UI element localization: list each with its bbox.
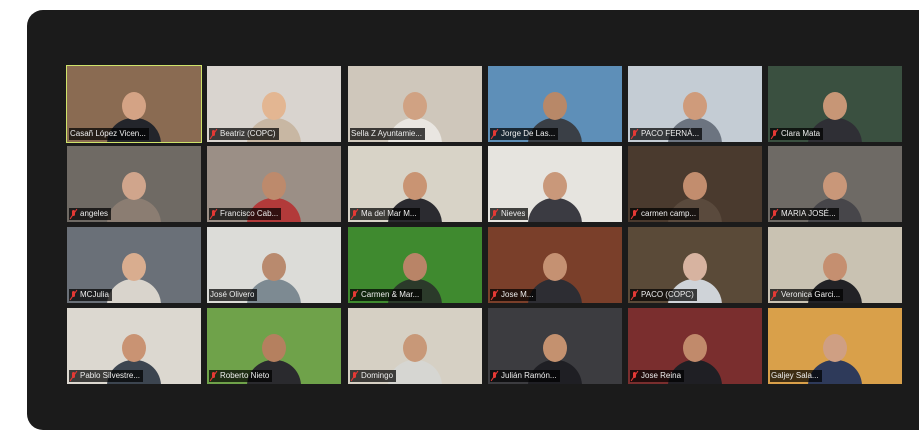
participant-tile[interactable]: carmen camp...	[628, 146, 762, 222]
participant-name: Beatriz (COPC)	[220, 129, 276, 138]
participant-video-silhouette	[105, 251, 163, 303]
mic-muted-icon	[491, 209, 499, 219]
mic-muted-icon	[771, 209, 779, 219]
participant-tile[interactable]: Francisco Cab...	[207, 146, 341, 222]
participant-tile[interactable]: José Olivero	[207, 227, 341, 303]
mic-muted-icon	[210, 129, 218, 139]
participant-tile[interactable]: Julián Ramón...	[488, 308, 622, 384]
participant-name: Casañ López Vicen...	[70, 129, 146, 138]
participant-nameplate: Domingo	[350, 370, 397, 382]
participant-nameplate: MCJulia	[69, 289, 112, 301]
participant-name: Jose Reina	[641, 371, 682, 380]
mic-muted-icon	[70, 209, 78, 219]
mic-muted-icon	[631, 371, 639, 381]
participant-name: PACO FERNÁ...	[641, 129, 700, 138]
mic-muted-icon	[70, 371, 78, 381]
participant-name: Roberto Nieto	[220, 371, 270, 380]
participant-name: angeles	[80, 209, 109, 218]
participant-tile[interactable]: Carmen & Mar...	[348, 227, 482, 303]
participant-nameplate: Veronica Garci...	[770, 289, 844, 301]
participant-nameplate: Sella Z Ayuntamie...	[350, 128, 425, 140]
participant-video-silhouette	[105, 170, 163, 222]
participant-nameplate: Julián Ramón...	[490, 370, 560, 382]
participant-tile[interactable]: angeles	[67, 146, 201, 222]
participant-name: Francisco Cab...	[220, 209, 279, 218]
participant-nameplate: MARIA JOSÉ...	[770, 208, 839, 220]
participant-name: Jorge De Las...	[501, 129, 556, 138]
mic-muted-icon	[351, 371, 359, 381]
participant-tile[interactable]: Beatriz (COPC)	[207, 66, 341, 142]
participant-tile[interactable]: Sella Z Ayuntamie...	[348, 66, 482, 142]
participant-name: Galjey Sala...	[771, 371, 819, 380]
participant-name: Julián Ramón...	[501, 371, 557, 380]
mic-muted-icon	[491, 371, 499, 381]
participant-name: Veronica Garci...	[781, 290, 841, 299]
mic-muted-icon	[210, 371, 218, 381]
participant-nameplate: Beatriz (COPC)	[209, 128, 279, 140]
mic-muted-icon	[70, 290, 78, 300]
mic-muted-icon	[771, 129, 779, 139]
participant-tile[interactable]: Jorge De Las...	[488, 66, 622, 142]
participant-tile[interactable]: Pablo Silvestre...	[67, 308, 201, 384]
mic-muted-icon	[351, 209, 359, 219]
participant-name: MCJulia	[80, 290, 109, 299]
participant-nameplate: José Olivero	[209, 289, 258, 301]
participant-name: PACO (COPC)	[641, 290, 694, 299]
participant-name: Nieves	[501, 209, 526, 218]
participant-tile[interactable]: Casañ López Vicen...	[66, 65, 202, 143]
participant-nameplate: Nieves	[490, 208, 529, 220]
participant-name: Pablo Silvestre...	[80, 371, 141, 380]
participant-tile[interactable]: Ma del Mar M...	[348, 146, 482, 222]
mic-muted-icon	[631, 209, 639, 219]
mic-muted-icon	[631, 290, 639, 300]
participant-tile[interactable]: MARIA JOSÉ...	[768, 146, 902, 222]
participant-tile[interactable]: Galjey Sala...	[768, 308, 902, 384]
mic-muted-icon	[491, 290, 499, 300]
participant-nameplate: Carmen & Mar...	[350, 289, 423, 301]
participant-nameplate: Jorge De Las...	[490, 128, 559, 140]
participant-name: Jose M...	[501, 290, 534, 299]
participant-name: Ma del Mar M...	[361, 209, 417, 218]
participant-tile[interactable]: Clara Mata	[768, 66, 902, 142]
participant-name: Clara Mata	[781, 129, 821, 138]
participant-name: MARIA JOSÉ...	[781, 209, 836, 218]
participant-tile[interactable]: PACO (COPC)	[628, 227, 762, 303]
mic-muted-icon	[491, 129, 499, 139]
participant-tile[interactable]: Veronica Garci...	[768, 227, 902, 303]
participant-nameplate: Jose Reina	[630, 370, 685, 382]
participant-tile[interactable]: Jose M...	[488, 227, 622, 303]
mic-muted-icon	[210, 209, 218, 219]
participant-nameplate: PACO (COPC)	[630, 289, 697, 301]
participant-tile[interactable]: Nieves	[488, 146, 622, 222]
participant-nameplate: PACO FERNÁ...	[630, 128, 703, 140]
participant-nameplate: Casañ López Vicen...	[69, 128, 149, 140]
participant-nameplate: carmen camp...	[630, 208, 700, 220]
participant-nameplate: Pablo Silvestre...	[69, 370, 144, 382]
mic-muted-icon	[351, 290, 359, 300]
participant-nameplate: Roberto Nieto	[209, 370, 273, 382]
participant-nameplate: angeles	[69, 208, 112, 220]
participant-nameplate: Galjey Sala...	[770, 370, 822, 382]
participant-name: carmen camp...	[641, 209, 697, 218]
participant-tile[interactable]: Roberto Nieto	[207, 308, 341, 384]
participant-nameplate: Ma del Mar M...	[350, 208, 420, 220]
participant-tile[interactable]: PACO FERNÁ...	[628, 66, 762, 142]
participant-tile[interactable]: Domingo	[348, 308, 482, 384]
participant-tile[interactable]: Jose Reina	[628, 308, 762, 384]
participant-name: Domingo	[361, 371, 394, 380]
participant-name: Carmen & Mar...	[361, 290, 420, 299]
participant-name: Sella Z Ayuntamie...	[351, 129, 422, 138]
participant-nameplate: Jose M...	[490, 289, 537, 301]
participant-tile[interactable]: MCJulia	[67, 227, 201, 303]
mic-muted-icon	[631, 129, 639, 139]
participant-video-silhouette	[526, 170, 584, 222]
participant-name: José Olivero	[210, 290, 255, 299]
mic-muted-icon	[771, 290, 779, 300]
participant-nameplate: Clara Mata	[770, 128, 824, 140]
participant-nameplate: Francisco Cab...	[209, 208, 282, 220]
video-conference-window: Casañ López Vicen... Beatriz (COPC) Sella …	[27, 10, 919, 430]
